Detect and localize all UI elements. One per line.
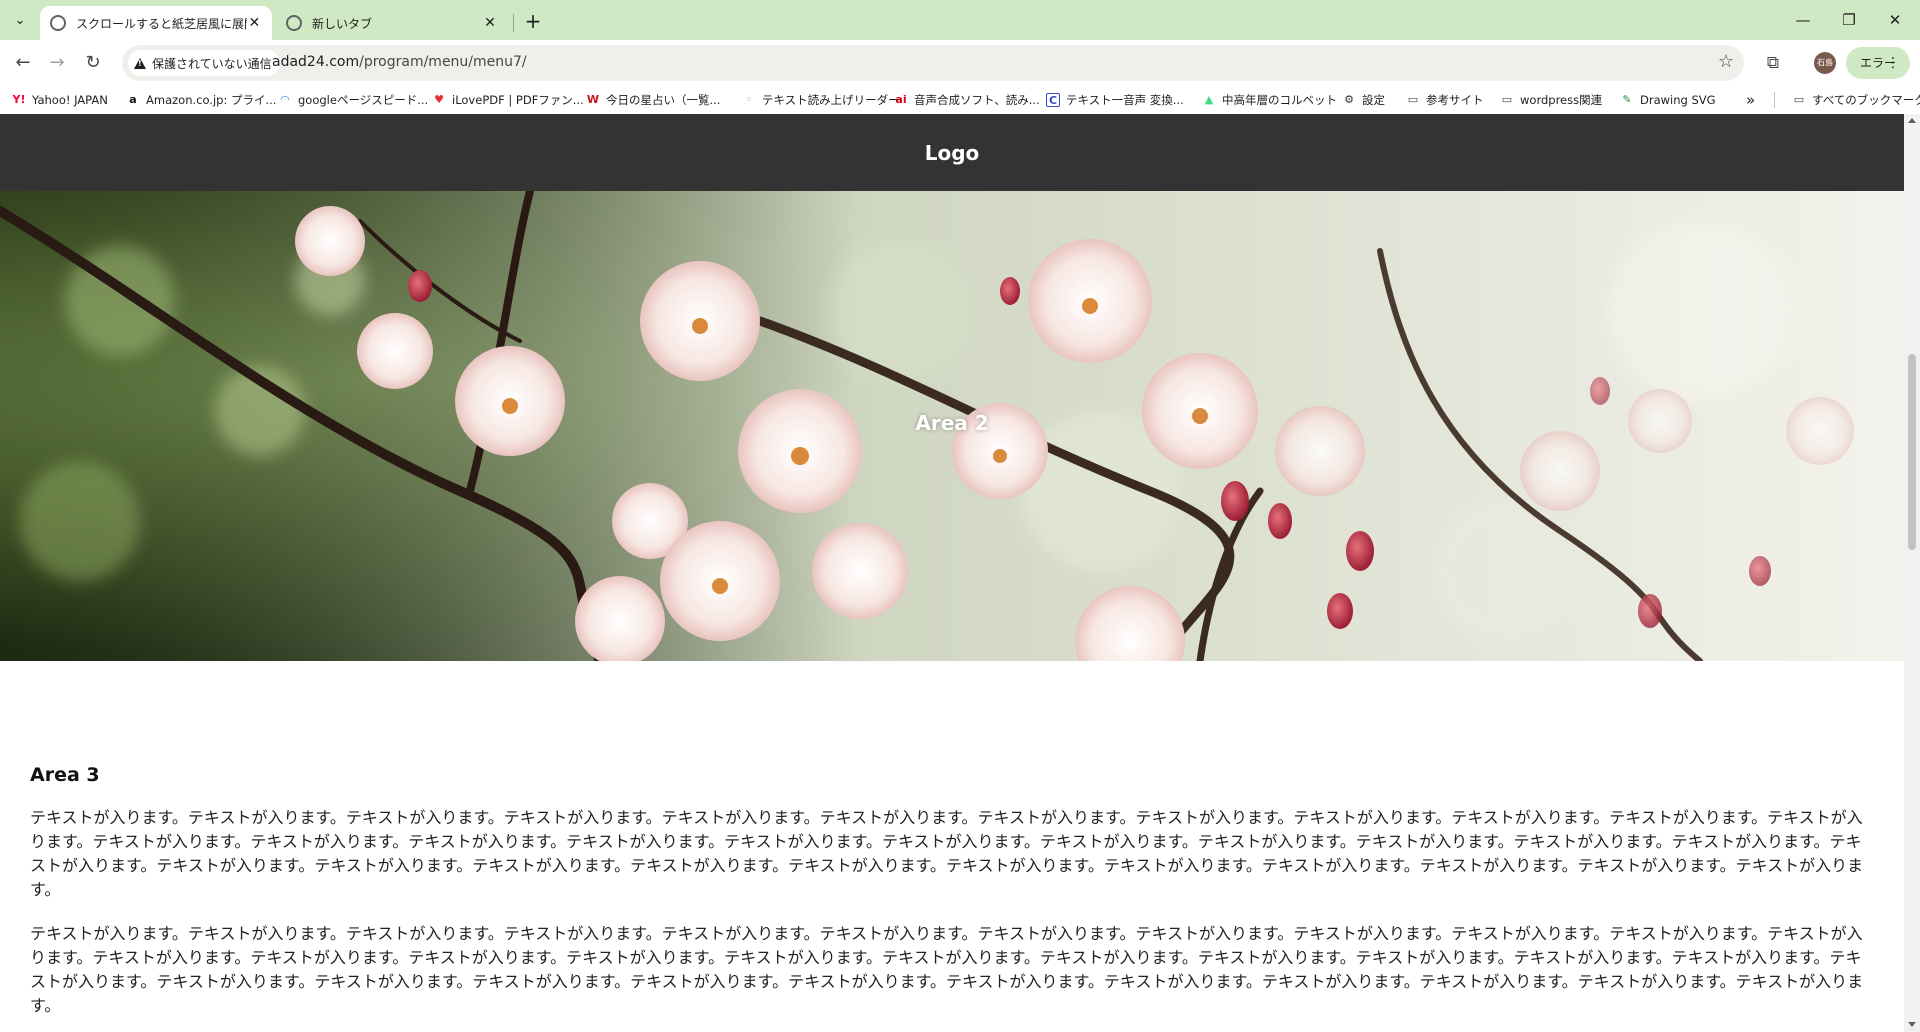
extensions-puzzle-icon[interactable]: ⧉ bbox=[1760, 50, 1786, 76]
site-header: Logo bbox=[0, 114, 1904, 191]
text-speech-icon: C bbox=[1046, 93, 1060, 107]
forward-arrow-icon[interactable]: → bbox=[42, 48, 72, 78]
svg-icon: ✎ bbox=[1622, 93, 1632, 106]
back-arrow-icon[interactable]: ← bbox=[8, 48, 38, 78]
area-3-title: Area 3 bbox=[30, 764, 100, 786]
folder-icon: ▭ bbox=[1407, 93, 1419, 106]
url-path: /program/menu/menu7/ bbox=[359, 54, 527, 70]
bookmark-star-icon[interactable]: ☆ bbox=[1718, 51, 1734, 72]
bookmark-label: googleページスピード... bbox=[298, 93, 429, 107]
bookmark-drawing-svg[interactable]: ✎ Drawing SVG bbox=[1620, 91, 1716, 109]
url-host: adad24.com bbox=[272, 54, 360, 70]
address-bar[interactable]: 保護されていない通信 adad24.com/program/menu/menu7… bbox=[122, 45, 1744, 81]
error-pill-button[interactable]: エラー ⋮ bbox=[1846, 47, 1910, 79]
restore-icon[interactable]: ❐ bbox=[1826, 6, 1872, 34]
amazon-icon: a bbox=[129, 93, 137, 106]
bookmarks-bar: Y! Yahoo! JAPAN a Amazon.co.jp: プライ... ◠… bbox=[0, 86, 1920, 114]
horoscope-icon: W bbox=[586, 93, 600, 106]
bookmark-label: iLovePDF | PDFファン... bbox=[452, 93, 584, 107]
close-icon[interactable]: ✕ bbox=[247, 15, 262, 31]
bookmark-voice-synth[interactable]: ai 音声合成ソフト、読み... bbox=[894, 91, 1040, 109]
security-chip-label: 保護されていない通信 bbox=[152, 56, 272, 71]
bookmarks-more-button[interactable]: » bbox=[1746, 91, 1755, 109]
bookmark-amazon[interactable]: a Amazon.co.jp: プライ... bbox=[126, 91, 276, 109]
tab-strip: ⌄ スクロールすると紙芝居風に展開 ✕ 新しいタブ ✕ + — ❐ ✕ bbox=[0, 0, 1920, 40]
page-scrollbar[interactable] bbox=[1904, 114, 1920, 1032]
ai-icon: ai bbox=[895, 93, 907, 106]
bookmark-settings[interactable]: ⚙ 設定 bbox=[1342, 91, 1385, 109]
bookmark-label: 中高年層のコルベット bbox=[1222, 93, 1337, 107]
scroll-down-arrow-icon[interactable] bbox=[1908, 1022, 1916, 1027]
bookmark-label: テキスト一音声 変換... bbox=[1066, 93, 1184, 107]
tab-title: スクロールすると紙芝居風に展開 bbox=[76, 16, 247, 31]
gear-icon: ⚙ bbox=[1344, 93, 1354, 106]
more-vert-icon: ⋮ bbox=[1886, 55, 1900, 71]
security-chip[interactable]: 保護されていない通信 bbox=[128, 50, 280, 76]
bookmark-horoscope[interactable]: W 今日の星占い（一覧... bbox=[586, 91, 721, 109]
bookmark-label: 設定 bbox=[1362, 93, 1385, 107]
bookmark-label: wordpress関連 bbox=[1520, 93, 1603, 107]
all-bookmarks-button[interactable]: ▭ すべてのブックマーク bbox=[1792, 91, 1920, 109]
tab-title: 新しいタブ bbox=[312, 16, 373, 31]
bookmarks-separator bbox=[1774, 92, 1775, 108]
folder-icon: ▭ bbox=[1793, 93, 1805, 106]
new-tab-button[interactable]: + bbox=[520, 8, 546, 34]
bookmark-label: Yahoo! JAPAN bbox=[32, 93, 108, 107]
bookmark-corvette[interactable]: ▲ 中高年層のコルベット bbox=[1202, 91, 1337, 109]
warning-icon bbox=[134, 57, 146, 69]
bookmark-label: Drawing SVG bbox=[1640, 93, 1716, 107]
bookmark-yahoo[interactable]: Y! Yahoo! JAPAN bbox=[12, 91, 108, 109]
bookmark-ilovepdf[interactable]: ♥ iLovePDF | PDFファン... bbox=[432, 91, 584, 109]
area-3-section: Area 3 テキストが入ります。テキストが入ります。テキストが入ります。テキス… bbox=[30, 764, 1870, 1032]
bookmark-label: 音声合成ソフト、読み... bbox=[914, 93, 1040, 107]
reload-icon[interactable]: ↻ bbox=[78, 48, 108, 78]
tab-inactive[interactable]: 新しいタブ ✕ bbox=[276, 6, 508, 40]
area-3-paragraph: テキストが入ります。テキストが入ります。テキストが入ります。テキストが入ります。… bbox=[30, 924, 1864, 1015]
globe-icon bbox=[50, 15, 66, 31]
bookmark-label: 参考サイト bbox=[1426, 93, 1484, 107]
avatar[interactable]: 石島 bbox=[1814, 52, 1836, 74]
bookmark-label: すべてのブックマーク bbox=[1812, 93, 1920, 107]
window-close-icon[interactable]: ✕ bbox=[1872, 6, 1918, 34]
bookmark-folder-reference[interactable]: ▭ 参考サイト bbox=[1406, 91, 1484, 109]
hero-label: Area 2 bbox=[915, 411, 989, 435]
android-icon: ▲ bbox=[1204, 93, 1214, 106]
pagespeed-icon: ◠ bbox=[280, 93, 290, 106]
browser-toolbar: ← → ↻ 保護されていない通信 adad24.com/program/menu… bbox=[0, 40, 1920, 86]
scroll-up-arrow-icon[interactable] bbox=[1908, 118, 1916, 123]
tab-active[interactable]: スクロールすると紙芝居風に展開 ✕ bbox=[40, 6, 272, 40]
hero-area-2: Area 2 bbox=[0, 191, 1904, 661]
minimize-icon[interactable]: — bbox=[1780, 6, 1826, 34]
bookmark-pagespeed[interactable]: ◠ googleページスピード... bbox=[278, 91, 428, 109]
bookmark-label: Amazon.co.jp: プライ... bbox=[146, 93, 277, 107]
close-icon[interactable]: ✕ bbox=[482, 15, 498, 31]
site-logo[interactable]: Logo bbox=[925, 141, 980, 165]
heart-icon: ♥ bbox=[434, 93, 444, 106]
bookmark-folder-wordpress[interactable]: ▭ wordpress関連 bbox=[1500, 91, 1602, 109]
bookmark-reader[interactable]: ◦ テキスト読み上げリーダー bbox=[742, 91, 900, 109]
bookmark-label: テキスト読み上げリーダー bbox=[762, 93, 900, 107]
page-viewport: Logo Area 2 Area 3 テキストが入ります。テキストが入ります。テ… bbox=[0, 114, 1920, 1032]
globe-icon bbox=[286, 15, 302, 31]
bookmark-label: 今日の星占い（一覧... bbox=[606, 93, 721, 107]
area-3-paragraph: テキストが入ります。テキストが入ります。テキストが入ります。テキストが入ります。… bbox=[30, 808, 1864, 899]
reader-icon: ◦ bbox=[745, 93, 753, 106]
yahoo-icon: Y! bbox=[12, 93, 26, 106]
scroll-thumb[interactable] bbox=[1908, 354, 1916, 550]
tab-separator bbox=[513, 14, 514, 32]
url-text[interactable]: adad24.com/program/menu/menu7/ bbox=[272, 54, 527, 70]
bookmark-text-speech[interactable]: C テキスト一音声 変換... bbox=[1046, 91, 1184, 109]
folder-icon: ▭ bbox=[1501, 93, 1513, 106]
tab-search-chevron-icon[interactable]: ⌄ bbox=[8, 8, 32, 32]
